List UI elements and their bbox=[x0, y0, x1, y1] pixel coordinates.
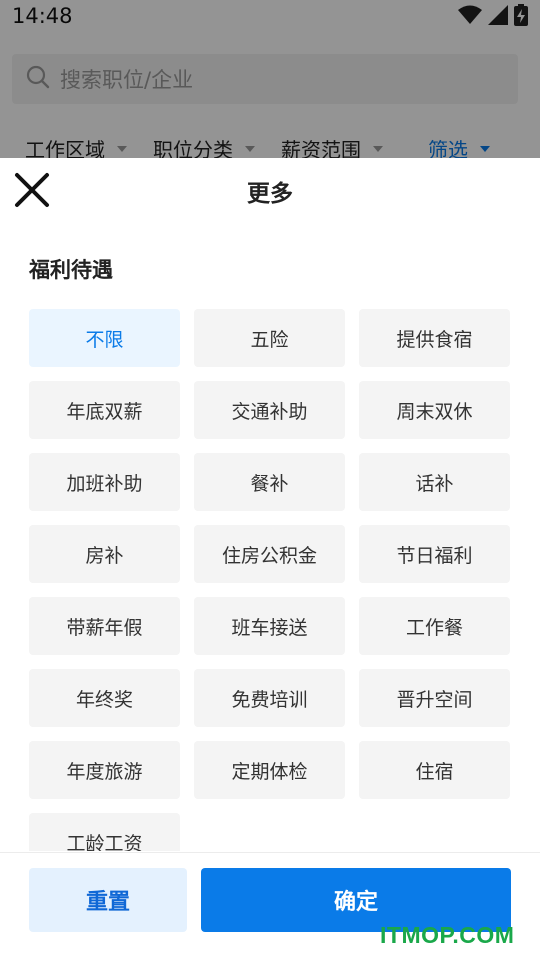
more-filter-sheet: 更多 福利待遇 不限 五险 提供食宿年底双薪 交通补助 周末双休加班补助 餐补 话补房补 住房… bbox=[0, 158, 540, 960]
benefit-option-chip[interactable]: 年终奖 bbox=[29, 669, 180, 727]
benefit-option-chip[interactable]: 带薪年假 bbox=[29, 597, 180, 655]
benefit-option-chip[interactable]: 交通补助 bbox=[194, 381, 345, 439]
benefit-option-chip[interactable]: 班车接送 bbox=[194, 597, 345, 655]
benefit-option-chip[interactable]: 节日福利 bbox=[359, 525, 510, 583]
benefit-option-chip[interactable]: 周末双休 bbox=[359, 381, 510, 439]
benefit-option-chip[interactable]: 工龄工资 bbox=[29, 813, 180, 851]
benefit-option-chip[interactable]: 年底双薪 bbox=[29, 381, 180, 439]
site-watermark: ITMOP.COM bbox=[380, 922, 515, 948]
benefit-option-chip[interactable]: 定期体检 bbox=[194, 741, 345, 799]
benefit-option-chip[interactable]: 工作餐 bbox=[359, 597, 510, 655]
section-title-benefits: 福利待遇 bbox=[29, 258, 113, 282]
sheet-header: 更多 bbox=[0, 158, 540, 222]
sheet-title: 更多 bbox=[247, 181, 293, 207]
benefit-option-chip[interactable]: 住房公积金 bbox=[194, 525, 345, 583]
benefit-options-grid: 不限 五险 提供食宿年底双薪 交通补助 周末双休加班补助 餐补 话补房补 住房公积金 节日福利带… bbox=[29, 309, 511, 851]
benefit-option-chip[interactable]: 免费培训 bbox=[194, 669, 345, 727]
reset-button[interactable]: 重置 bbox=[29, 868, 187, 932]
benefit-option-chip[interactable]: 晋升空间 bbox=[359, 669, 510, 727]
benefit-option-chip[interactable]: 年度旅游 bbox=[29, 741, 180, 799]
benefit-option-chip[interactable]: 话补 bbox=[359, 453, 510, 511]
benefit-option-chip[interactable]: 提供食宿 bbox=[359, 309, 510, 367]
benefit-option-chip[interactable]: 加班补助 bbox=[29, 453, 180, 511]
benefit-option-chip[interactable]: 房补 bbox=[29, 525, 180, 583]
benefit-option-chip[interactable]: 不限 bbox=[29, 309, 180, 367]
benefit-option-chip[interactable]: 五险 bbox=[194, 309, 345, 367]
benefit-option-chip[interactable]: 餐补 bbox=[194, 453, 345, 511]
benefit-option-chip[interactable]: 住宿 bbox=[359, 741, 510, 799]
